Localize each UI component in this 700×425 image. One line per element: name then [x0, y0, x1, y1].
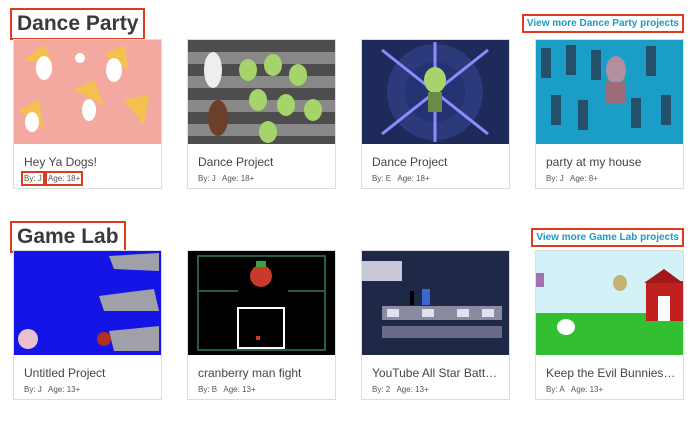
project-card[interactable]: party at my house By: J Age: 8+: [535, 39, 684, 189]
age-rating: Age: 13+: [396, 385, 429, 394]
project-meta: By: J Age: 18+: [198, 174, 258, 183]
section-title: Game Lab: [10, 221, 126, 253]
author: By: J: [546, 174, 564, 183]
author: By: B: [198, 385, 218, 394]
project-meta: By: J Age: 18+: [21, 171, 84, 186]
project-card[interactable]: YouTube All Star Batt… By: 2 Age: 13+: [361, 250, 510, 400]
author: By: J: [21, 171, 45, 186]
age-rating: Age: 13+: [48, 385, 81, 394]
view-more-dance-party-link[interactable]: View more Dance Party projects: [521, 14, 684, 33]
project-title[interactable]: Untitled Project: [24, 366, 105, 380]
project-card[interactable]: Dance Project By: E Age: 18+: [361, 39, 510, 189]
project-meta: By: J Age: 13+: [24, 385, 84, 394]
project-meta: By: A Age: 13+: [546, 385, 607, 394]
age-rating: Age: 13+: [223, 385, 256, 394]
project-thumbnail[interactable]: [14, 251, 161, 355]
author: By: E: [372, 174, 392, 183]
project-title[interactable]: party at my house: [546, 155, 641, 169]
project-meta: By: E Age: 18+: [372, 174, 434, 183]
project-title[interactable]: Dance Project: [372, 155, 447, 169]
project-thumbnail[interactable]: [536, 40, 683, 144]
project-card[interactable]: Keep the Evil Bunnies… By: A Age: 13+: [535, 250, 684, 400]
project-card[interactable]: Untitled Project By: J Age: 13+: [13, 250, 162, 400]
age-rating: Age: 18+: [397, 174, 430, 183]
project-title[interactable]: Keep the Evil Bunnies…: [546, 366, 675, 380]
author: By: J: [198, 174, 216, 183]
view-more-game-lab-link[interactable]: View more Game Lab projects: [531, 228, 684, 247]
project-thumbnail[interactable]: [536, 251, 683, 355]
project-thumbnail[interactable]: [362, 40, 509, 144]
project-meta: By: J Age: 8+: [546, 174, 602, 183]
project-thumbnail[interactable]: [188, 40, 335, 144]
project-meta: By: 2 Age: 13+: [372, 385, 433, 394]
project-title[interactable]: Dance Project: [198, 155, 273, 169]
project-card[interactable]: Hey Ya Dogs! By: J Age: 18+: [13, 39, 162, 189]
project-thumbnail[interactable]: [362, 251, 509, 355]
project-title[interactable]: cranberry man fight: [198, 366, 301, 380]
project-thumbnail[interactable]: [188, 251, 335, 355]
project-title[interactable]: Hey Ya Dogs!: [24, 155, 97, 169]
project-title[interactable]: YouTube All Star Batt…: [372, 366, 497, 380]
age-rating: Age: 13+: [570, 385, 604, 394]
project-thumbnail[interactable]: [14, 40, 161, 144]
age-rating: Age: 18+: [44, 171, 84, 186]
project-card[interactable]: Dance Project By: J Age: 18+: [187, 39, 336, 189]
project-card[interactable]: cranberry man fight By: B Age: 13+: [187, 250, 336, 400]
author: By: 2: [372, 385, 391, 394]
age-rating: Age: 18+: [222, 174, 255, 183]
author: By: A: [546, 385, 565, 394]
author: By: J: [24, 385, 42, 394]
age-rating: Age: 8+: [570, 174, 598, 183]
section-title: Dance Party: [10, 8, 146, 40]
project-meta: By: B Age: 13+: [198, 385, 260, 394]
